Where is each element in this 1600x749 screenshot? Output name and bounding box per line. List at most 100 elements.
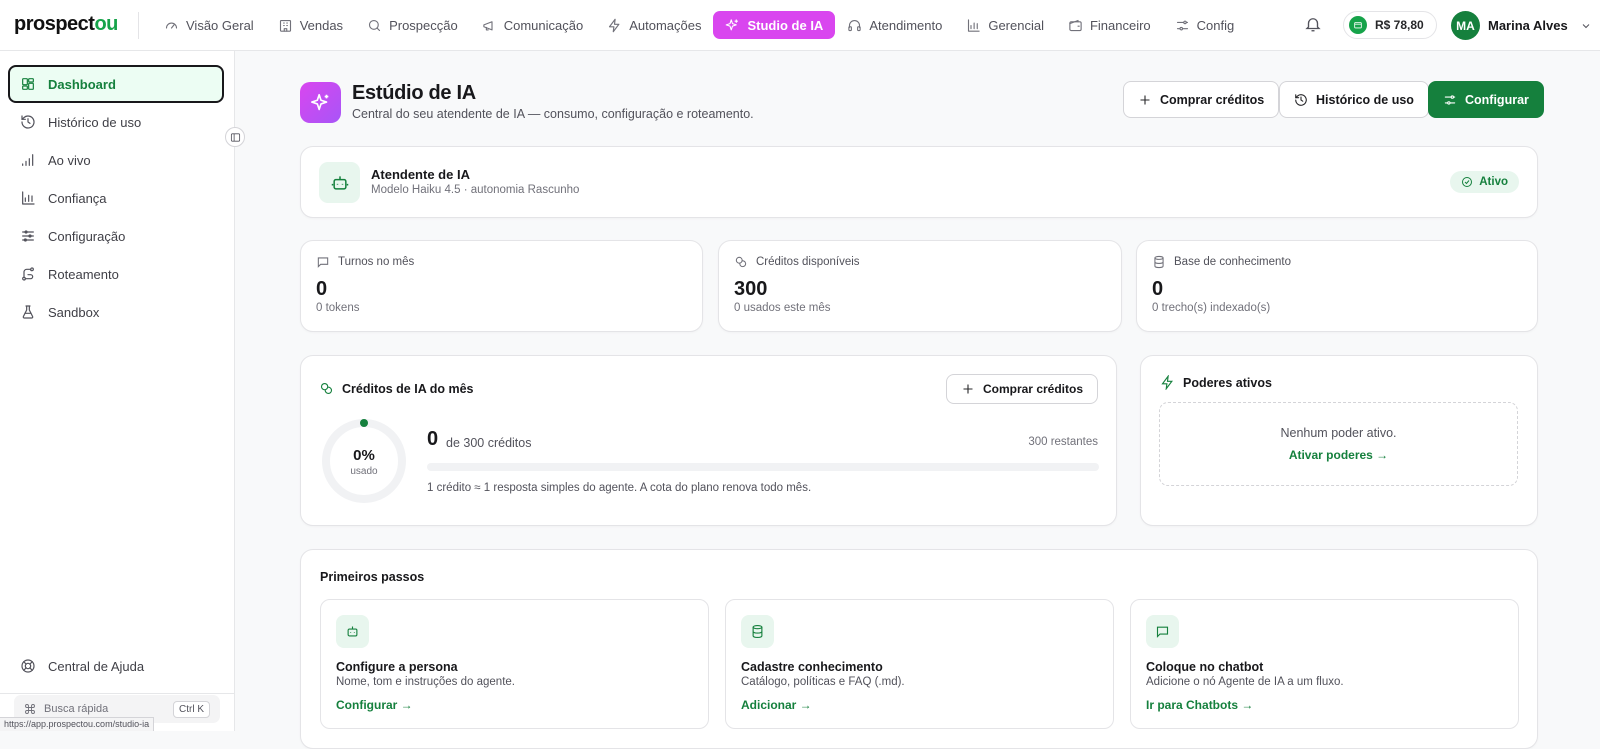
nav-vendas[interactable]: Vendas <box>266 11 355 39</box>
headphones-icon <box>848 19 862 31</box>
powers-title-text: Poderes ativos <box>1183 375 1272 390</box>
first-steps-card: Primeiros passos Configure a persona Nom… <box>300 549 1538 749</box>
step-card-chatbot: Coloque no chatbot Adicione o nó Agente … <box>1130 599 1519 729</box>
sliders-icon <box>1176 20 1188 30</box>
balance-pill[interactable]: R$ 78,80 <box>1343 11 1437 39</box>
sidebar-item-label: Confiança <box>48 190 107 206</box>
page-title: Estúdio de IA <box>352 82 476 104</box>
building-icon <box>279 19 291 32</box>
button-label: Comprar créditos <box>1160 92 1265 107</box>
credits-used: 0 <box>427 428 439 450</box>
stat-value: 0 <box>316 278 328 300</box>
nav-automacoes[interactable]: Automações <box>595 11 713 39</box>
wallet-icon <box>1349 16 1367 34</box>
nav-comunicacao[interactable]: Comunicação <box>470 11 596 39</box>
stat-label: Base de conhecimento <box>1152 255 1291 269</box>
status-label: Ativo <box>1479 176 1508 188</box>
sidebar-item-label: Dashboard <box>48 76 116 92</box>
nav-label: Studio de IA <box>747 17 824 33</box>
nav-visao-geral[interactable]: Visão Geral <box>152 11 266 39</box>
sliders-icon <box>22 230 34 242</box>
buy-credits-button[interactable]: Comprar créditos <box>1123 81 1280 118</box>
user-name: Marina Alves <box>1488 18 1568 33</box>
sidebar-item-label: Configuração <box>48 228 126 244</box>
step-desc: Nome, tom e instruções do agente. <box>336 676 515 688</box>
bell-icon <box>1305 18 1321 32</box>
stat-sub: 0 tokens <box>316 302 360 314</box>
command-icon <box>25 704 35 714</box>
go-to-chatbots-link[interactable]: Ir para Chatbots → <box>1146 698 1253 712</box>
stat-label: Turnos no mês <box>316 255 414 269</box>
nav-label: Financeiro <box>1089 17 1151 33</box>
search-icon <box>369 19 381 31</box>
logo-accent: ou <box>94 13 118 35</box>
add-knowledge-link[interactable]: Adicionar → <box>741 698 812 712</box>
sidebar-item-confianca[interactable]: Confiança <box>8 179 224 217</box>
sidebar-item-configuracao[interactable]: Configuração <box>8 217 224 255</box>
bot-icon <box>336 615 369 648</box>
user-menu[interactable]: MA Marina Alves <box>1451 11 1592 40</box>
message-icon <box>1146 615 1179 648</box>
sidebar-item-dashboard[interactable]: Dashboard <box>8 65 224 103</box>
wallet-icon <box>1069 19 1082 31</box>
stat-label-text: Turnos no mês <box>338 256 415 268</box>
configure-button[interactable]: Configurar <box>1428 81 1544 118</box>
buy-credits-button[interactable]: Comprar créditos <box>945 374 1098 404</box>
stat-value: 0 <box>1152 278 1164 300</box>
empty-text: Nenhum poder ativo. <box>1280 426 1397 440</box>
zap-icon <box>1161 375 1173 390</box>
nav-label: Comunicação <box>503 17 584 33</box>
nav-studio-ia[interactable]: Studio de IA <box>713 11 836 39</box>
sidebar-item-ao-vivo[interactable]: Ao vivo <box>8 141 224 179</box>
bot-icon <box>319 162 360 203</box>
credits-remaining: 300 restantes <box>1028 436 1098 448</box>
help-center-link[interactable]: Central de Ajuda <box>8 647 224 685</box>
configure-link[interactable]: Configurar → <box>336 698 413 712</box>
sidebar-item-sandbox[interactable]: Sandbox <box>8 293 224 331</box>
stat-label-text: Créditos disponíveis <box>756 256 860 268</box>
chevron-down-icon <box>1582 23 1590 28</box>
activate-powers-link[interactable]: Ativar poderes → <box>1160 448 1517 462</box>
stat-label: Créditos disponíveis <box>734 255 860 269</box>
step-title: Configure a persona <box>336 660 458 674</box>
sidebar-item-label: Ao vivo <box>48 152 91 168</box>
stat-card-conhecimento: Base de conhecimento 0 0 trecho(s) index… <box>1136 240 1538 332</box>
sidebar-item-roteamento[interactable]: Roteamento <box>8 255 224 293</box>
notifications-button[interactable] <box>1304 15 1324 35</box>
keyboard-shortcut: Ctrl K <box>173 700 210 718</box>
nav-atendimento[interactable]: Atendimento <box>835 11 954 39</box>
button-label: Comprar créditos <box>982 382 1083 396</box>
logo-main: prospect <box>14 13 95 35</box>
lifebuoy-icon <box>21 659 35 673</box>
usage-history-button[interactable]: Histórico de uso <box>1279 81 1429 118</box>
agent-name: Atendente de IA <box>371 167 470 182</box>
nav-config[interactable]: Config <box>1163 11 1247 39</box>
sidebar: Dashboard Histórico de uso Ao vivo Confi… <box>0 51 235 731</box>
stat-value: 300 <box>734 278 768 300</box>
credits-title: Créditos de IA do mês <box>319 381 474 396</box>
quick-search-label: Busca rápida <box>44 703 109 715</box>
button-label: Histórico de uso <box>1316 92 1414 107</box>
megaphone-icon <box>483 20 493 30</box>
help-label: Central de Ajuda <box>48 658 145 674</box>
zap-icon <box>609 18 620 32</box>
nav-gerencial[interactable]: Gerencial <box>954 11 1056 39</box>
studio-sparkles-icon <box>300 82 341 123</box>
collapse-sidebar-button[interactable] <box>225 127 245 147</box>
nav-label: Gerencial <box>988 17 1044 33</box>
nav-financeiro[interactable]: Financeiro <box>1056 11 1163 39</box>
balance-value: R$ 78,80 <box>1375 18 1424 32</box>
usage-percent: 0% <box>353 447 375 464</box>
nav-prospeccao[interactable]: Prospecção <box>355 11 470 39</box>
logo[interactable]: prospectou <box>14 13 118 36</box>
powers-empty-state: Nenhum poder ativo. Ativar poderes → <box>1159 402 1518 486</box>
agent-card: Atendente de IA Modelo Haiku 4.5 · auton… <box>300 146 1538 218</box>
database-icon <box>1154 255 1164 269</box>
avatar: MA <box>1451 11 1480 40</box>
signal-icon <box>22 154 34 166</box>
stat-card-turnos: Turnos no mês 0 0 tokens <box>300 240 703 332</box>
credits-total: de 300 créditos <box>446 436 532 450</box>
usage-percent-label: usado <box>350 466 378 477</box>
step-desc: Adicione o nó Agente de IA a um fluxo. <box>1146 676 1344 688</box>
sidebar-item-historico[interactable]: Histórico de uso <box>8 103 224 141</box>
